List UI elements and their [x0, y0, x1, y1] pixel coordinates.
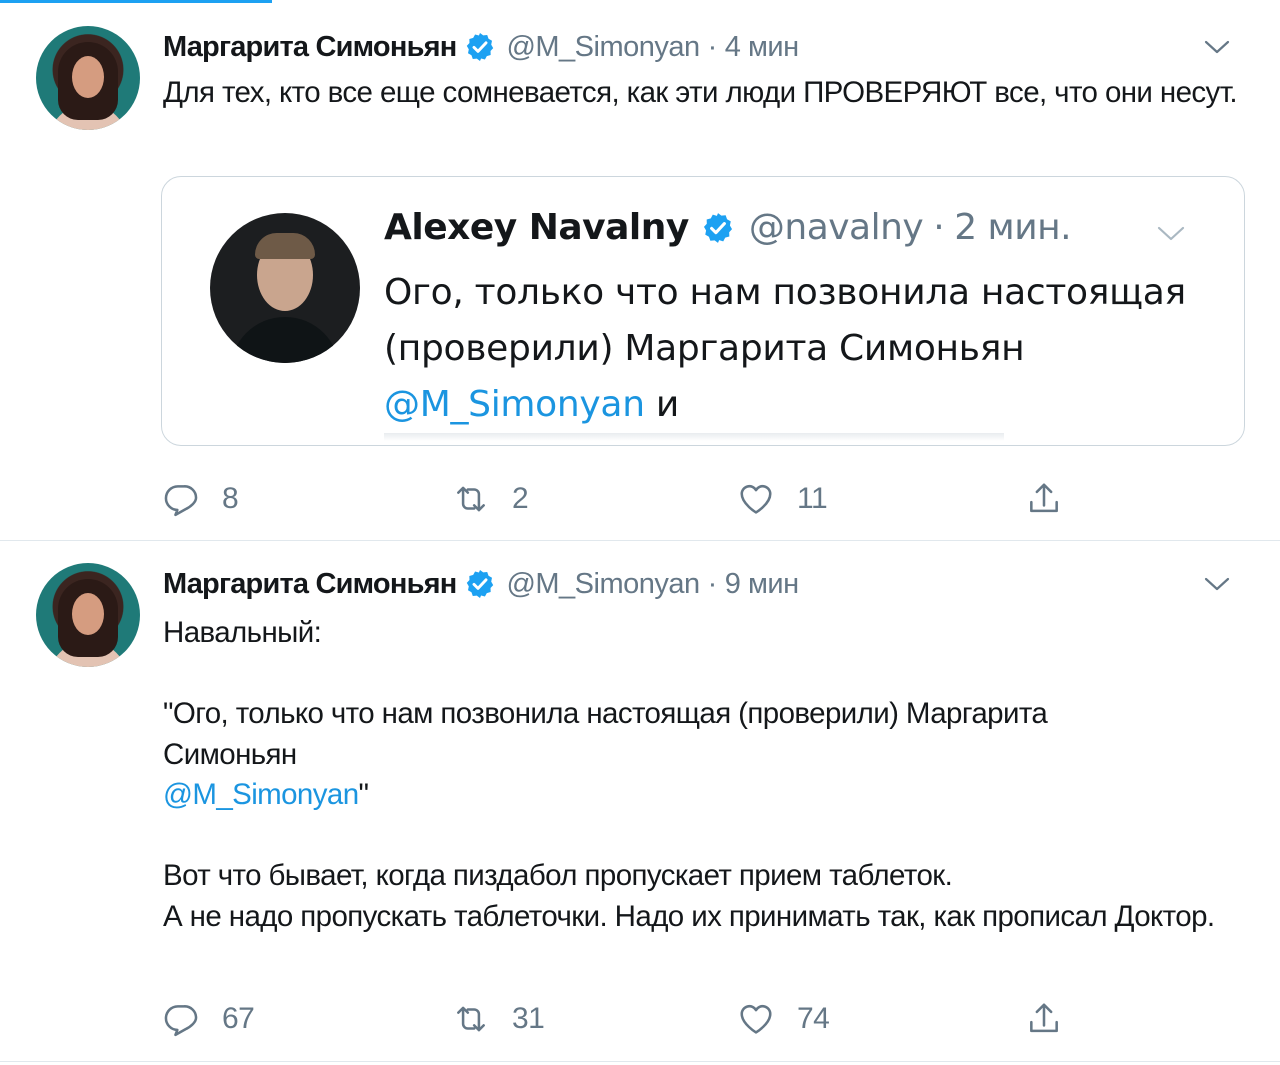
retweet-icon	[457, 1006, 485, 1032]
retweet-icon	[457, 486, 485, 512]
share-icon	[1030, 1003, 1058, 1033]
cropped-text-fade	[384, 433, 1004, 441]
quoted-author-name: Alexey Navalny	[384, 207, 689, 248]
retweet-button[interactable]: 31	[452, 1000, 545, 1038]
chevron-down-icon	[1157, 226, 1185, 241]
like-button[interactable]: 74	[737, 1000, 830, 1038]
avatar[interactable]	[36, 26, 140, 130]
chevron-down-icon[interactable]	[1204, 576, 1230, 592]
quoted-text: Ого, только что нам позвонила настоящая …	[384, 272, 1186, 425]
verified-badge-icon	[703, 212, 732, 243]
like-count: 74	[797, 1002, 830, 1035]
tweet-text: Навальный: "Ого, только что нам позвонил…	[163, 616, 1215, 933]
tweet[interactable]: Маргарита Симоньян @M_Simonyan · 4 мин Д…	[0, 0, 1280, 541]
reply-button[interactable]: 67	[162, 1000, 255, 1038]
reply-icon	[164, 1005, 198, 1037]
timestamp[interactable]: 9 мин	[725, 568, 799, 601]
like-count: 11	[797, 482, 828, 515]
mention-link: @M_Simonyan	[384, 384, 645, 425]
quoted-author-handle: @navalny	[748, 207, 924, 248]
separator-dot: ·	[707, 567, 718, 600]
reply-count: 8	[222, 482, 239, 515]
chevron-down-icon[interactable]	[1204, 39, 1230, 55]
timestamp[interactable]: 4 мин	[725, 31, 799, 64]
share-button[interactable]	[1025, 1000, 1063, 1038]
quoted-header: Alexey Navalny @navalny · 2 мин.	[384, 207, 1072, 248]
reply-icon	[164, 485, 198, 517]
retweet-count: 31	[512, 1002, 545, 1035]
quoted-timestamp: 2 мин.	[954, 207, 1072, 248]
avatar[interactable]	[36, 563, 140, 667]
reply-count: 67	[222, 1002, 255, 1035]
tweet-text: Для тех, кто все еще сомневается, как эт…	[163, 76, 1238, 109]
author-name[interactable]: Маргарита Симоньян	[163, 31, 457, 64]
action-bar: 67 31 74	[162, 1000, 1262, 1040]
quoted-separator-dot: ·	[933, 207, 945, 248]
like-button[interactable]: 11	[737, 480, 828, 518]
quoted-avatar	[210, 213, 360, 363]
tweet-header: Маргарита Симоньян @M_Simonyan · 9 мин	[163, 563, 799, 605]
tweet[interactable]: Маргарита Симоньян @M_Simonyan · 9 мин Н…	[0, 541, 1280, 1062]
author-handle[interactable]: @M_Simonyan	[506, 31, 700, 64]
heart-icon	[740, 1004, 772, 1034]
quoted-tweet-card[interactable]: Alexey Navalny @navalny · 2 мин. Ого, то…	[161, 176, 1245, 446]
author-name[interactable]: Маргарита Симоньян	[163, 568, 457, 601]
tweet-header: Маргарита Симоньян @M_Simonyan · 4 мин	[163, 26, 799, 68]
mention-link[interactable]: @M_Simonyan	[163, 778, 359, 811]
action-bar: 8 2 11	[162, 480, 1262, 520]
retweet-count: 2	[512, 482, 529, 515]
share-icon	[1030, 483, 1058, 513]
verified-badge-icon	[467, 33, 494, 61]
author-handle[interactable]: @M_Simonyan	[506, 568, 700, 601]
separator-dot: ·	[707, 30, 718, 63]
reply-button[interactable]: 8	[162, 480, 239, 518]
share-button[interactable]	[1025, 480, 1063, 518]
heart-icon	[740, 484, 772, 514]
retweet-button[interactable]: 2	[452, 480, 529, 518]
verified-badge-icon	[467, 570, 494, 598]
